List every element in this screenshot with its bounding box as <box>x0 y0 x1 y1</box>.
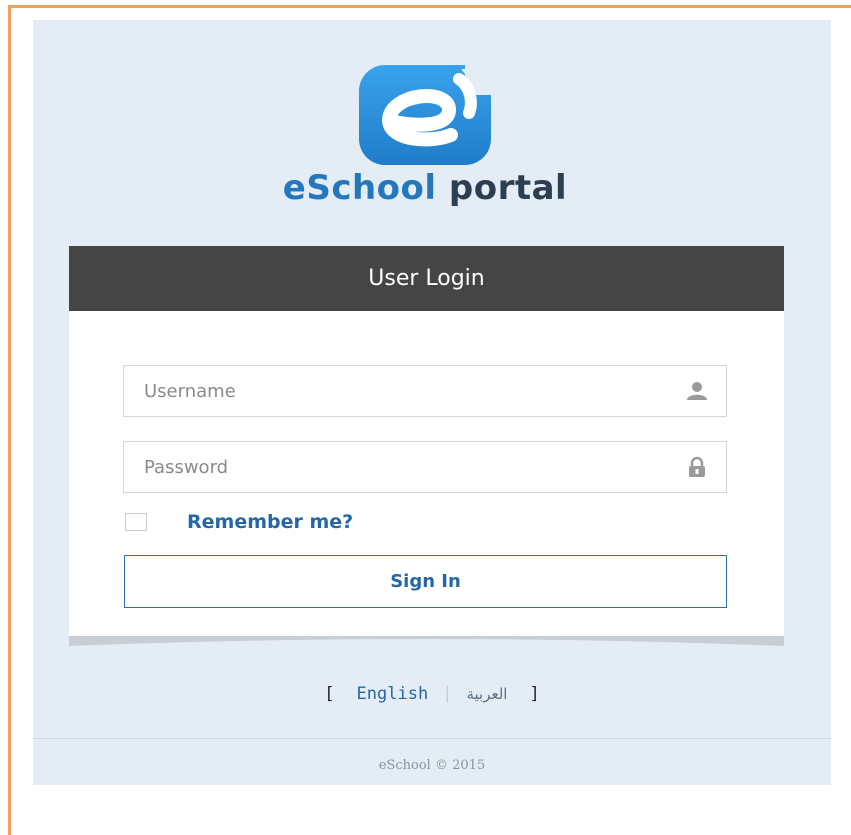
language-switcher: [ English | العربية] <box>33 684 831 704</box>
footer-divider <box>33 738 831 739</box>
brand-title: eSchool portal <box>220 168 630 208</box>
lang-english-link[interactable]: English <box>357 684 429 704</box>
remember-label[interactable]: Remember me? <box>187 511 353 533</box>
lang-close-bracket: ] <box>529 684 540 704</box>
sign-in-button[interactable]: Sign In <box>124 555 727 608</box>
password-field-wrapper <box>123 441 727 493</box>
login-form: Remember me? Sign In <box>69 311 784 636</box>
footer-copyright: eSchool © 2015 <box>378 758 486 773</box>
username-input[interactable] <box>124 365 686 417</box>
login-card: User Login Remember me? Sign In <box>69 246 784 636</box>
login-header: User Login <box>69 246 784 311</box>
remember-checkbox[interactable] <box>125 513 147 531</box>
username-field-wrapper <box>123 365 727 417</box>
lock-icon <box>689 456 705 477</box>
login-title: User Login <box>368 266 485 291</box>
password-input[interactable] <box>124 441 686 493</box>
lang-arabic-link[interactable]: العربية <box>466 685 507 703</box>
brand-part-eschool: eSchool <box>282 168 437 208</box>
lang-separator: | <box>442 684 453 704</box>
brand-part-portal: portal <box>448 168 568 208</box>
card-shadow <box>69 636 784 646</box>
remember-row: Remember me? <box>125 511 353 533</box>
lang-open-bracket: [ <box>324 684 335 704</box>
user-icon <box>687 382 707 400</box>
eschool-logo-icon <box>359 65 491 165</box>
